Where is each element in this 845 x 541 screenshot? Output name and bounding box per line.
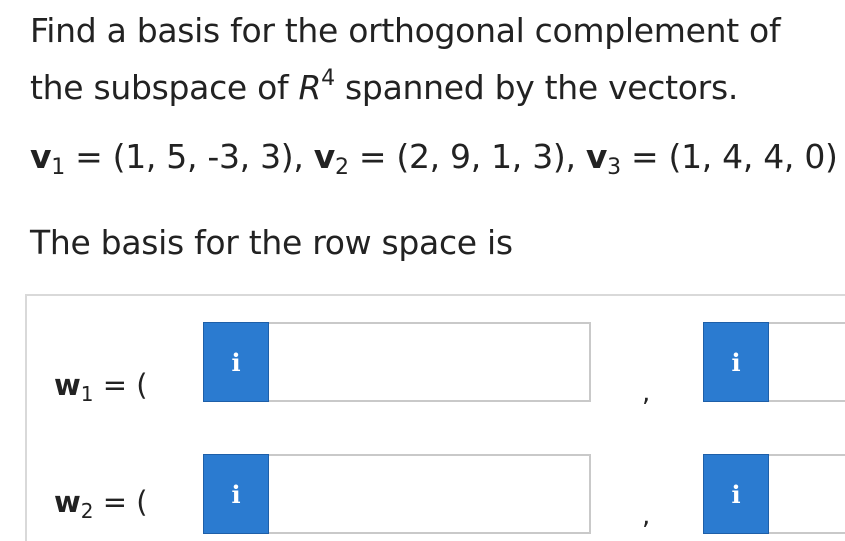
vector-1-value: (1, 5, -3, 3): [112, 137, 294, 176]
w2-component-2-input[interactable]: [769, 454, 845, 534]
vector-2-value: (2, 9, 1, 3): [396, 137, 566, 176]
w1-separator-comma: ,: [642, 378, 651, 408]
row-space-heading: The basis for the row space is: [30, 223, 513, 262]
w1-open-paren: = (: [102, 368, 148, 402]
w1-component-1-field: i: [203, 322, 591, 402]
vector-1-name: v: [30, 137, 52, 176]
problem-page: Find a basis for the orthogonal compleme…: [0, 0, 845, 541]
w1-index: 1: [80, 382, 94, 406]
vector-list: v1 = (1, 5, -3, 3), v2 = (2, 9, 1, 3), v…: [30, 137, 838, 180]
info-icon[interactable]: i: [703, 454, 769, 534]
w2-name: w: [54, 485, 81, 519]
question-text: Find a basis for the orthogonal compleme…: [30, 2, 840, 116]
w2-component-1-field: i: [203, 454, 591, 534]
w2-component-2-field: i: [703, 454, 845, 534]
space-symbol: R: [298, 68, 322, 107]
w2-index: 2: [80, 499, 94, 523]
w2-open-paren: = (: [102, 485, 148, 519]
w1-component-2-input[interactable]: [769, 322, 845, 402]
vector-separator: ,: [293, 137, 314, 176]
vector-3-name: v: [585, 137, 608, 176]
w1-component-1-input[interactable]: [269, 322, 591, 402]
w2-component-1-input[interactable]: [269, 454, 591, 534]
space-exponent: 4: [321, 66, 335, 91]
w1-name: w: [54, 368, 81, 402]
w2-separator-comma: ,: [642, 501, 651, 531]
info-icon[interactable]: i: [203, 454, 269, 534]
question-suffix: spanned by the vectors.: [334, 68, 739, 107]
answer-panel: w1 = ( i , i w2 = ( i , i: [25, 294, 845, 541]
info-icon[interactable]: i: [203, 322, 269, 402]
w2-label: w2 = (: [54, 485, 148, 521]
vector-separator: ,: [565, 137, 586, 176]
vector-2-name: v: [313, 137, 336, 176]
vector-3-index: 3: [607, 155, 621, 180]
w1-component-2-field: i: [703, 322, 845, 402]
info-icon[interactable]: i: [703, 322, 769, 402]
w1-label: w1 = (: [54, 368, 148, 404]
vector-2-index: 2: [334, 155, 349, 180]
vector-3-value: (1, 4, 4, 0): [668, 137, 838, 176]
vector-1-index: 1: [51, 155, 65, 180]
